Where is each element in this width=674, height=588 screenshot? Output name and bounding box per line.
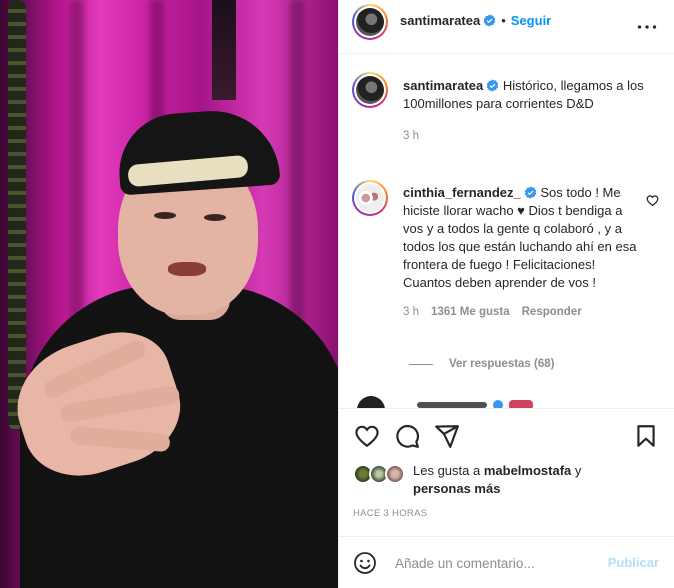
avatar[interactable] (352, 72, 388, 108)
caption: santimaratea Histórico, llegamos a los 1… (403, 77, 665, 142)
comment-bar: Publicar (339, 536, 674, 588)
likes-prefix: Les gusta a (413, 463, 481, 478)
person-eye (204, 214, 226, 221)
caption-time: 3 h (403, 130, 419, 142)
comment-meta: 3 h 1361 Me gusta Responder (403, 306, 639, 318)
post-time-ago[interactable]: HACE 3 HORAS (353, 508, 427, 519)
reply-button[interactable]: Responder (522, 306, 582, 318)
caption-username[interactable]: santimaratea (403, 78, 483, 93)
post-panel: santimaratea • Seguir santimaratea Histó… (338, 0, 674, 588)
likes-text: Les gusta a mabelmostafa y (413, 462, 663, 480)
likes-conjunction: y (574, 463, 582, 478)
likes-others[interactable]: personas más (413, 480, 663, 498)
next-comment-peek (353, 396, 593, 408)
emoji-icon[interactable] (353, 551, 377, 575)
verified-badge-icon (524, 186, 537, 199)
heart-icon[interactable] (646, 194, 659, 207)
comment: cinthia_fernandez_ Sos todo ! Me hiciste… (403, 184, 639, 318)
person-mouth (168, 262, 206, 276)
comments-section[interactable]: santimaratea Histórico, llegamos a los 1… (339, 55, 674, 408)
post-header: santimaratea • Seguir (339, 0, 674, 54)
action-bar (339, 408, 674, 460)
post-media[interactable] (0, 0, 338, 588)
view-replies-label: Ver respuestas (68) (449, 358, 555, 370)
share-icon[interactable] (434, 423, 460, 449)
comment-icon[interactable] (394, 423, 420, 449)
likes-summary: Les gusta a mabelmostafa y personas más (353, 462, 663, 498)
more-options-icon[interactable] (637, 19, 657, 35)
view-replies-button[interactable]: Ver respuestas (68) (409, 358, 554, 370)
heart-icon[interactable] (354, 423, 380, 449)
comment-likes[interactable]: 1361 Me gusta (431, 306, 510, 318)
verified-badge-icon (483, 14, 496, 27)
comment-username[interactable]: cinthia_fernandez_ (403, 185, 521, 200)
liker-username[interactable]: mabelmostafa (484, 463, 571, 478)
bookmark-icon[interactable] (633, 423, 659, 449)
replies-line (409, 363, 433, 365)
verified-badge-icon (486, 79, 499, 92)
comment-text: Sos todo ! Me hiciste llorar wacho ♥ Dio… (403, 185, 637, 290)
separator-dot: • (501, 13, 506, 28)
follow-button[interactable]: Seguir (511, 13, 551, 28)
comment-input[interactable] (395, 553, 595, 573)
window-gap (212, 0, 236, 100)
bead-curtain (8, 0, 26, 430)
liker-avatars (353, 464, 407, 484)
person-eye (154, 212, 176, 219)
avatar[interactable] (352, 180, 388, 216)
header-username[interactable]: santimaratea (400, 13, 480, 28)
comment-time: 3 h (403, 306, 419, 318)
post-button[interactable]: Publicar (608, 555, 659, 570)
avatar[interactable] (352, 4, 388, 40)
